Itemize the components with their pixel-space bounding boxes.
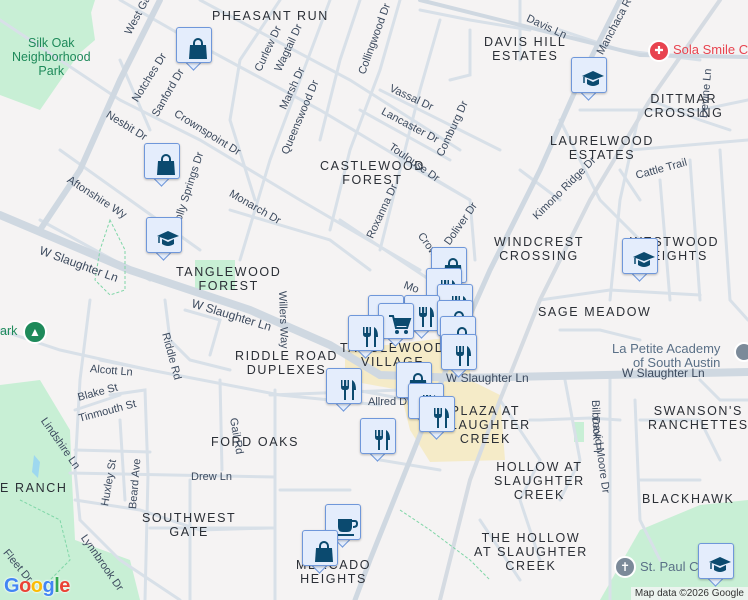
park-label-line: Silk Oak — [28, 36, 75, 50]
hood-the-hollow: THE HOLLOW AT SLAUGHTER CREEK — [474, 531, 588, 573]
hood-line: FOREST — [198, 279, 259, 293]
hood-riddle-road: RIDDLE ROAD DUPLEXES — [235, 349, 338, 377]
hood-line: TANGLEWOOD — [176, 265, 282, 279]
restaurant-marker[interactable] — [441, 334, 477, 378]
hood-line: SLAUGHTER — [494, 474, 585, 488]
hood-line: HOLLOW AT — [496, 460, 583, 474]
hood-line: CREEK — [513, 488, 565, 502]
school-marker[interactable] — [146, 217, 182, 261]
restaurant-marker[interactable] — [360, 418, 396, 462]
hood-line: ESTATES — [568, 148, 636, 162]
hood-line: GATE — [169, 525, 209, 539]
restaurant-marker[interactable] — [348, 315, 384, 359]
hood-ford-oaks: FORD OAKS — [211, 435, 300, 449]
hood-southwest-gate: SOUTHWEST GATE — [142, 511, 236, 539]
map-canvas[interactable]: Silk Oak Neighborhood Park ark ▲ ✚ Sola … — [0, 0, 748, 600]
hood-line: AT SLAUGHTER — [474, 545, 588, 559]
tree-icon: ▲ — [29, 325, 41, 339]
silk-oak-park-label: Silk Oak Neighborhood Park — [12, 36, 91, 78]
hood-tanglewood-forest: TANGLEWOOD FOREST — [176, 265, 281, 293]
hood-blackhawk: BLACKHAWK — [642, 492, 735, 506]
park-label-line: Neighborhood — [12, 50, 91, 64]
hood-ranch: E RANCH — [0, 481, 68, 495]
hood-line: RANCHETTES — [648, 418, 748, 432]
sola-smile-label[interactable]: Sola Smile C — [673, 42, 748, 57]
shopping-marker[interactable] — [302, 530, 338, 574]
hood-line: CROSSING — [499, 249, 579, 263]
hood-line: HEIGHTS — [300, 572, 367, 586]
hood-pheasant-run: PHEASANT RUN — [212, 9, 329, 23]
restaurant-marker[interactable] — [326, 368, 362, 412]
street-drew: Drew Ln — [191, 471, 232, 483]
poi-label-line: La Petite Academy — [612, 341, 721, 356]
school-marker[interactable] — [698, 543, 734, 587]
hood-line: DUPLEXES — [246, 363, 327, 377]
st-paul-pin[interactable]: ✝ — [614, 556, 636, 578]
park-pin[interactable]: ▲ — [23, 320, 47, 344]
map-attribution[interactable]: Map data ©2026 Google — [630, 587, 748, 600]
hood-line: THE HOLLOW — [481, 531, 581, 545]
hood-swansons: SWANSON'S RANCHETTES — [648, 404, 748, 432]
hood-line: SOUTHWEST — [142, 511, 237, 525]
hood-davis-hill: DAVIS HILL ESTATES — [484, 35, 566, 63]
st-paul-label[interactable]: St. Paul C — [640, 559, 699, 574]
church-cross-icon: ✝ — [619, 560, 631, 574]
hood-line: ESTATES — [492, 49, 559, 63]
school-marker[interactable] — [622, 238, 658, 282]
park-label-fragment: ark — [0, 324, 18, 338]
hood-line: FOREST — [342, 173, 403, 187]
hood-line: CREEK — [505, 559, 557, 573]
shopping-marker[interactable] — [176, 27, 212, 71]
street-willers: Willers Way — [276, 290, 291, 349]
la-petite-pin[interactable] — [734, 342, 748, 362]
hood-line: CROSSING — [644, 106, 724, 120]
park-label-line: Park — [38, 64, 65, 78]
hood-laurelwood: LAURELWOOD ESTATES — [550, 134, 654, 162]
hood-line: RIDDLE ROAD — [235, 349, 339, 363]
sola-smile-pin[interactable]: ✚ — [648, 40, 670, 62]
shopping-marker[interactable] — [144, 143, 180, 187]
hood-line: LAURELWOOD — [550, 134, 654, 148]
hood-sage-meadow: SAGE MEADOW — [538, 305, 652, 319]
hood-line: WINDCREST — [494, 235, 585, 249]
google-logo: Google — [4, 575, 70, 597]
street-w-slaughter-4: W Slaughter Ln — [622, 366, 705, 380]
hood-line: SWANSON'S — [653, 404, 743, 418]
restaurant-marker[interactable] — [419, 396, 455, 440]
dental-icon: ✚ — [654, 45, 664, 57]
hood-windcrest: WINDCREST CROSSING — [494, 235, 584, 263]
hood-hollow: HOLLOW AT SLAUGHTER CREEK — [494, 460, 585, 502]
school-marker[interactable] — [571, 57, 607, 101]
